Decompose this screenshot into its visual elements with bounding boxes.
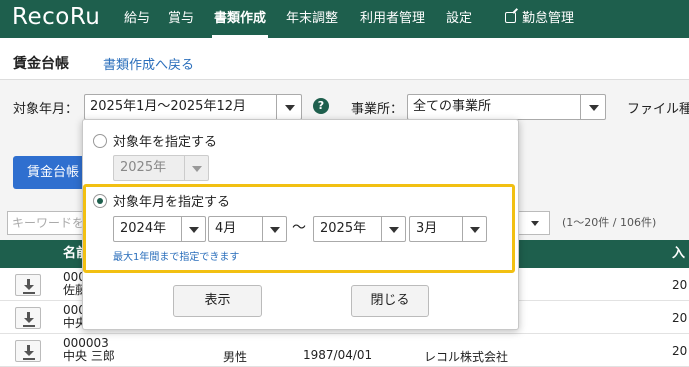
office-label: 事業所：	[351, 102, 404, 117]
download-icon[interactable]	[15, 274, 41, 296]
nav-bonus[interactable]: 賞与	[168, 0, 194, 38]
chevron-down-icon	[580, 95, 605, 119]
hire-date: 20	[672, 344, 688, 358]
back-to-documents-link[interactable]: 書類作成へ戻る	[103, 54, 194, 73]
period-select[interactable]: 2025年1月～2025年12月	[84, 94, 302, 120]
close-button[interactable]: 閉じる	[351, 285, 429, 317]
per-page-select[interactable]	[518, 211, 550, 235]
nav-attendance-label: 勤怠管理	[522, 11, 575, 26]
office-select[interactable]: 全ての事業所	[407, 94, 606, 120]
chevron-down-icon	[276, 95, 301, 119]
birth-date: 1987/04/01	[303, 348, 373, 362]
year-select-value: 2025年	[120, 160, 167, 175]
radio-specify-year[interactable]	[93, 134, 107, 148]
page-title: 賃金台帳	[13, 56, 69, 72]
file-type-label: ファイル種	[627, 102, 689, 117]
create-wage-ledger-button[interactable]: 賃金台帳	[13, 156, 93, 189]
employee-name: 中央 三郎	[63, 349, 115, 363]
top-nav-bar: RecoRu 給与 賞与 書類作成 年末調整 利用者管理 設定 勤怠管理	[0, 0, 689, 38]
hire-date: 20	[672, 311, 688, 325]
nav-attendance-link[interactable]: 勤怠管理	[505, 0, 574, 38]
year-select: 2025年	[113, 155, 209, 181]
recoru-logo[interactable]: RecoRu	[12, 4, 100, 30]
nav-year-end[interactable]: 年末調整	[286, 0, 338, 38]
office-select-value: 全ての事業所	[413, 99, 492, 114]
period-label: 対象年月：	[13, 102, 79, 117]
external-link-icon	[505, 12, 516, 23]
help-icon[interactable]: ?	[313, 98, 329, 114]
highlight-box	[83, 184, 515, 273]
hire-date: 20	[672, 278, 688, 292]
keyword-search-input[interactable]: キーワードを	[7, 211, 87, 235]
table-row[interactable]: 000003 中央 三郎 男性 1987/04/01 レコル株式会社 20	[0, 334, 689, 367]
company-name: レコル株式会社	[424, 350, 509, 364]
nav-salary[interactable]: 給与	[124, 0, 150, 38]
download-icon[interactable]	[15, 340, 41, 362]
gender: 男性	[223, 350, 248, 364]
nav-settings[interactable]: 設定	[446, 0, 472, 38]
nav-user-management[interactable]: 利用者管理	[360, 0, 425, 38]
employee-code-name: 000003 中央 三郎	[63, 337, 115, 363]
chevron-down-icon	[184, 156, 208, 180]
nav-documents[interactable]: 書類作成	[211, 0, 269, 38]
download-icon[interactable]	[15, 307, 41, 329]
option-year-label[interactable]: 対象年を指定する	[113, 131, 217, 150]
result-count: (1～20件 / 106件)	[562, 216, 657, 229]
show-button[interactable]: 表示	[173, 285, 262, 317]
period-select-value: 2025年1月～2025年12月	[90, 99, 246, 114]
